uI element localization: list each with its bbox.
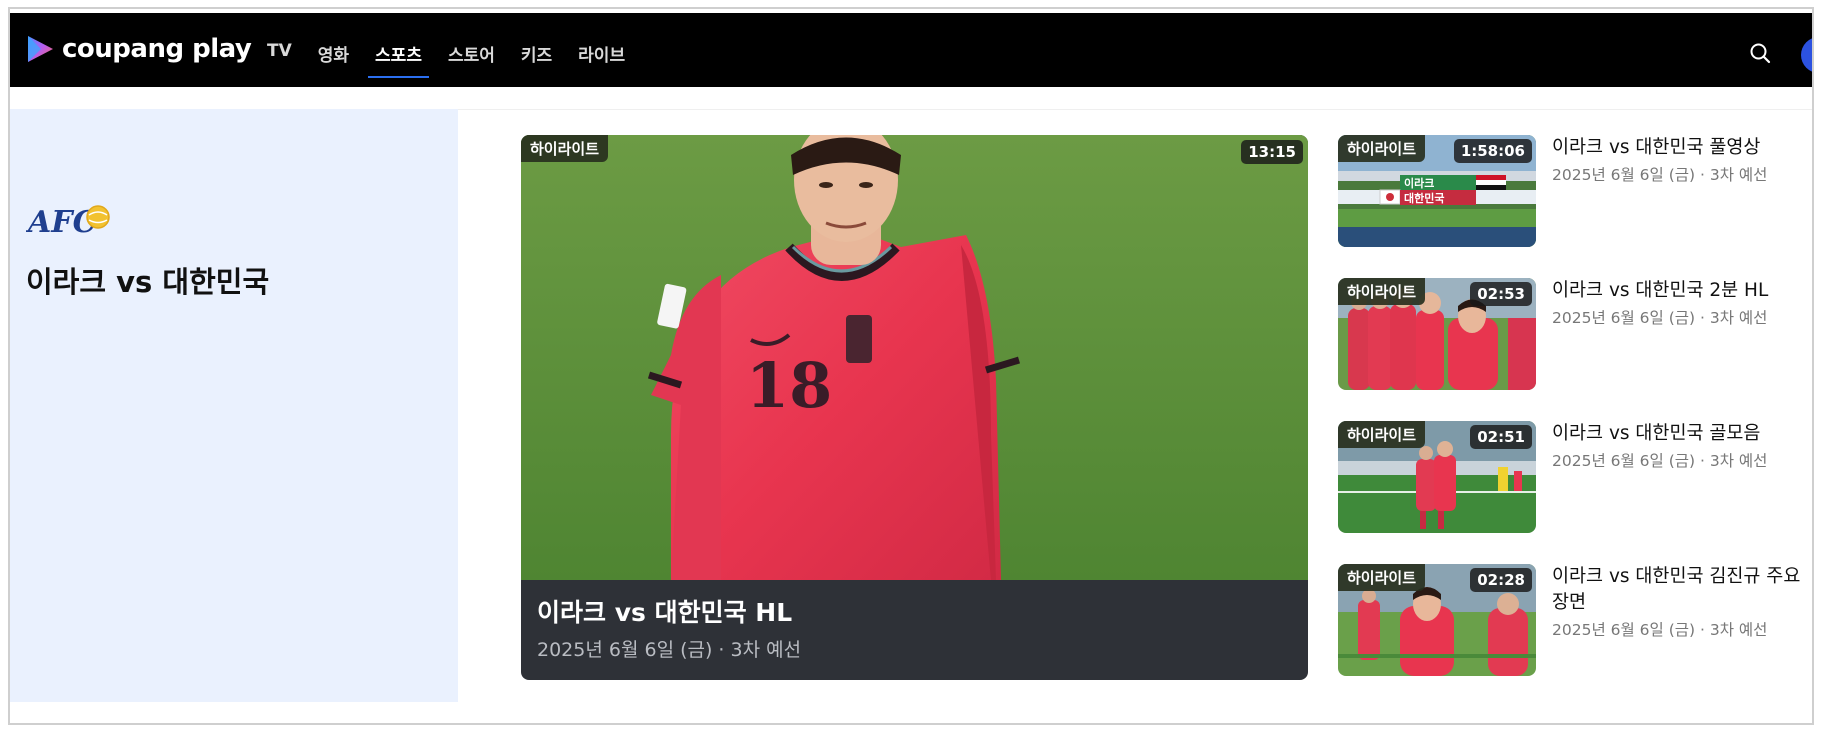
- list-item[interactable]: 하이라이트 02:28 이라크 vs 대한민국 김진규 주요 장면 2025년 …: [1338, 564, 1808, 676]
- video-duration: 13:15: [1241, 140, 1303, 164]
- list-item[interactable]: 하이라이트 02:53 이라크 vs 대한민국 2분 HL 2025년 6월 6…: [1338, 278, 1808, 390]
- list-item[interactable]: 하이라이트 02:51 이라크 vs 대한민국 골모음 2025년 6월 6일 …: [1338, 421, 1808, 533]
- featured-video-meta: 2025년 6월 6일 (금) · 3차 예선: [537, 639, 802, 661]
- content-divider: [458, 109, 1812, 110]
- highlight-badge: 하이라이트: [1338, 278, 1426, 305]
- featured-video-title[interactable]: 이라크 vs 대한민국 HL: [537, 593, 792, 629]
- video-duration: 02:51: [1470, 425, 1532, 449]
- jersey-number: 18: [746, 349, 832, 422]
- afc-logo-icon: AFC: [26, 205, 110, 239]
- video-meta: 2025년 6월 6일 (금) · 3차 예선: [1552, 452, 1768, 470]
- page-title: 이라크 vs 대한민국: [26, 265, 270, 299]
- video-duration: 02:28: [1470, 568, 1532, 592]
- coupang-play-logo-icon: [28, 36, 53, 62]
- main-nav: TV 영화 스포츠 스토어 키즈 라이브: [254, 35, 638, 78]
- video-meta: 2025년 6월 6일 (금) · 3차 예선: [1552, 621, 1768, 639]
- video-meta: 2025년 6월 6일 (금) · 3차 예선: [1552, 166, 1768, 184]
- highlight-badge: 하이라이트: [1338, 421, 1426, 448]
- highlight-badge: 하이라이트: [1338, 135, 1426, 162]
- afc-logo-text: AFC: [26, 205, 97, 239]
- video-title[interactable]: 이라크 vs 대한민국 2분 HL: [1552, 278, 1808, 304]
- video-thumbnail[interactable]: 하이라이트 02:53: [1338, 278, 1536, 390]
- video-thumbnail[interactable]: 하이라이트 02:51: [1338, 421, 1536, 533]
- logo-text: coupang play: [62, 34, 252, 64]
- user-avatar-icon[interactable]: [1801, 37, 1812, 73]
- top-navigation-bar: coupang play TV 영화 스포츠 스토어 키즈 라이브: [10, 13, 1812, 87]
- video-thumbnail[interactable]: 이라크 대한민국 하이라이트 1:58:06: [1338, 135, 1536, 247]
- nav-tab-movies[interactable]: 영화: [305, 35, 362, 76]
- video-meta: 2025년 6월 6일 (금) · 3차 예선: [1552, 309, 1768, 327]
- match-info-panel: AFC 이라크 vs 대한민국: [10, 109, 458, 702]
- nav-tab-kids[interactable]: 키즈: [508, 35, 565, 76]
- scoreboard-team-top: 이라크: [1404, 176, 1434, 190]
- video-thumbnail[interactable]: 하이라이트 02:28: [1338, 564, 1536, 676]
- video-duration: 1:58:06: [1453, 139, 1532, 163]
- nav-tab-live[interactable]: 라이브: [565, 35, 638, 76]
- highlight-badge: 하이라이트: [521, 135, 609, 162]
- video-title[interactable]: 이라크 vs 대한민국 풀영상: [1552, 135, 1808, 161]
- nav-tab-tv[interactable]: TV: [254, 35, 305, 76]
- featured-video-card[interactable]: 18 하이라이트 13:15 이라크 vs 대한민국 HL 2025년 6월 6…: [521, 135, 1308, 680]
- search-icon[interactable]: [1748, 41, 1772, 65]
- coupang-play-logo[interactable]: coupang play: [24, 33, 252, 65]
- featured-video-thumbnail: 18: [521, 135, 1308, 580]
- scoreboard-team-bottom: 대한민국: [1404, 191, 1444, 205]
- browser-viewport: coupang play TV 영화 스포츠 스토어 키즈 라이브 AFC 이라…: [8, 7, 1814, 725]
- list-item[interactable]: 이라크 대한민국 하이라이트 1:58:06 이라크 vs 대한민국 풀영상 2…: [1338, 135, 1808, 247]
- nav-tab-sports[interactable]: 스포츠: [362, 35, 435, 78]
- video-duration: 02:53: [1470, 282, 1532, 306]
- video-title[interactable]: 이라크 vs 대한민국 김진규 주요 장면: [1552, 564, 1808, 616]
- highlight-badge: 하이라이트: [1338, 564, 1426, 591]
- nav-tab-store[interactable]: 스토어: [435, 35, 508, 76]
- video-title[interactable]: 이라크 vs 대한민국 골모음: [1552, 421, 1808, 447]
